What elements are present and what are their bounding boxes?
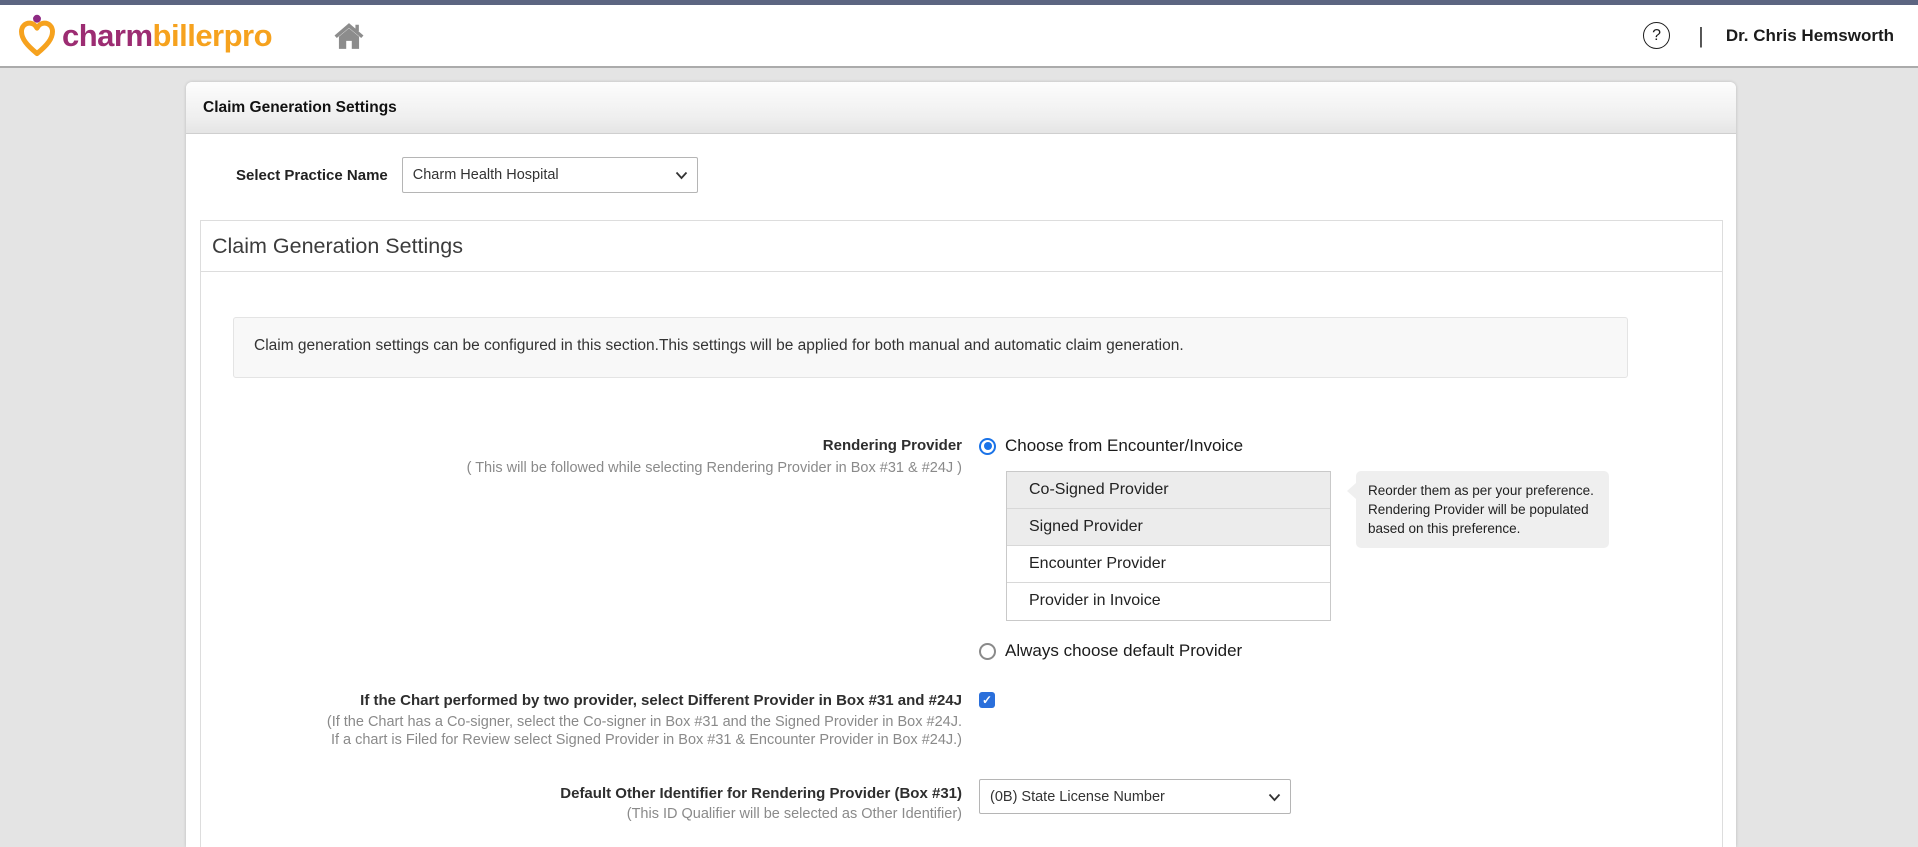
two-provider-label: If the Chart performed by two provider, … — [360, 692, 962, 709]
two-provider-note-line2: If a chart is Filed for Review select Si… — [330, 732, 962, 748]
help-icon[interactable]: ? — [1643, 22, 1671, 49]
practice-row: Select Practice Name Charm Health Hospit… — [236, 157, 698, 193]
two-provider-checkbox-wrap: ✓ — [979, 692, 995, 708]
logo-text-billerpro: billerpro — [152, 17, 273, 53]
radio-unselected-icon[interactable] — [979, 642, 996, 660]
radio-always-default[interactable]: Always choose default Provider — [979, 641, 1242, 661]
identifier-label: Default Other Identifier for Rendering P… — [560, 785, 962, 802]
logo-text-charm: charm — [62, 17, 153, 53]
two-provider-label-block: If the Chart performed by two provider, … — [201, 692, 962, 749]
provider-order-list: Co-Signed Provider Signed Provider Encou… — [1006, 471, 1331, 621]
identifier-select[interactable]: (0B) State License Number — [979, 779, 1291, 814]
chevron-down-icon — [1268, 793, 1281, 802]
panel-title: Claim Generation Settings — [186, 82, 1736, 134]
identifier-label-block: Default Other Identifier for Rendering P… — [201, 785, 962, 823]
rendering-provider-label-block: Rendering Provider ( This will be follow… — [201, 437, 962, 477]
practice-select[interactable]: Charm Health Hospital — [401, 157, 698, 193]
radio-choose-from-encounter[interactable]: Choose from Encounter/Invoice — [979, 436, 1243, 456]
identifier-select-wrap: (0B) State License Number — [979, 779, 1291, 814]
reorder-tooltip: Reorder them as per your preference. Ren… — [1347, 471, 1609, 549]
rendering-provider-sublabel: ( This will be followed while selecting … — [466, 460, 962, 476]
app-header: charm billerpro ? | Dr. Chris Hemsworth — [0, 5, 1918, 68]
two-provider-checkbox[interactable]: ✓ — [979, 692, 995, 708]
radio-always-default-label: Always choose default Provider — [1005, 641, 1243, 660]
practice-select-value: Charm Health Hospital — [412, 167, 559, 183]
section-info-box: Claim generation settings can be configu… — [233, 317, 1628, 378]
two-provider-note-line1: (If the Chart has a Co-signer, select th… — [326, 714, 962, 730]
identifier-sublabel: (This ID Qualifier will be selected as O… — [626, 806, 962, 822]
heart-logo-icon — [19, 14, 55, 56]
app-logo[interactable]: charm billerpro — [18, 14, 273, 58]
home-icon[interactable] — [334, 22, 364, 50]
practice-select-label: Select Practice Name — [236, 166, 388, 184]
user-menu[interactable]: Dr. Chris Hemsworth — [1726, 26, 1894, 46]
header-separator: | — [1698, 22, 1704, 48]
provider-order-item[interactable]: Provider in Invoice — [1007, 583, 1330, 620]
provider-order-item[interactable]: Encounter Provider — [1007, 546, 1330, 583]
radio-choose-from-encounter-label: Choose from Encounter/Invoice — [1005, 436, 1244, 455]
radio-selected-icon[interactable] — [979, 437, 996, 455]
section-title: Claim Generation Settings — [201, 221, 1722, 272]
provider-order-item[interactable]: Signed Provider — [1007, 509, 1330, 546]
rendering-provider-label: Rendering Provider — [822, 437, 962, 454]
identifier-select-value: (0B) State License Number — [990, 788, 1165, 805]
chevron-down-icon — [675, 171, 687, 180]
page: charm billerpro ? | Dr. Chris Hemsworth C… — [0, 0, 1918, 847]
provider-order-item[interactable]: Co-Signed Provider — [1007, 472, 1330, 509]
claim-settings-panel: Claim Generation Settings Select Practic… — [186, 82, 1736, 847]
claim-settings-section: Claim Generation Settings Claim generati… — [200, 220, 1723, 847]
